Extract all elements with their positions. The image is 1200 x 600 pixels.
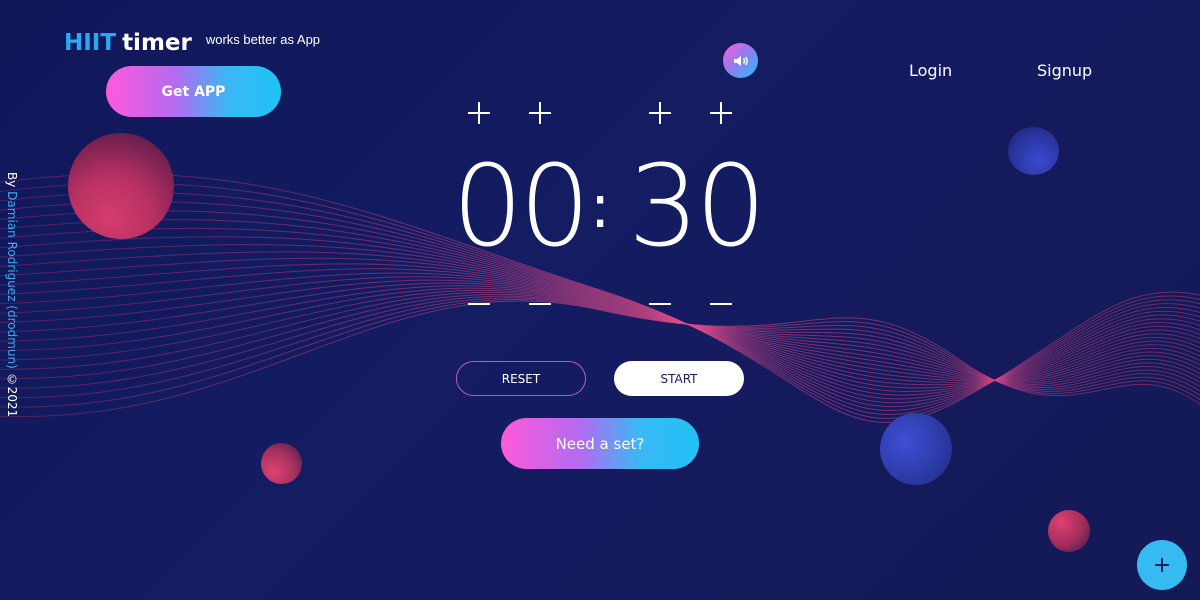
signup-link[interactable]: Signup bbox=[1037, 61, 1092, 80]
decorative-orb bbox=[1048, 510, 1090, 552]
timer-separator: : bbox=[590, 172, 611, 242]
credit-author-link[interactable]: Damian Rodriguez (drodmun) bbox=[5, 191, 19, 369]
seconds-ones-increment-button[interactable] bbox=[709, 101, 733, 125]
login-link[interactable]: Login bbox=[909, 61, 952, 80]
minutes-ones-increment-button[interactable] bbox=[528, 101, 552, 125]
sound-toggle-button[interactable] bbox=[723, 43, 758, 78]
minutes-tens-increment-button[interactable] bbox=[467, 101, 491, 125]
brand-name-timer: timer bbox=[122, 30, 192, 56]
need-a-set-button[interactable]: Need a set? bbox=[501, 418, 699, 469]
timer-seconds: 30 bbox=[628, 142, 767, 272]
brand-logo: HIIT timer works better as App bbox=[64, 30, 320, 56]
wave-line bbox=[0, 299, 1200, 408]
seconds-ones-decrement-button[interactable] bbox=[709, 292, 733, 316]
timer-minutes: 00 bbox=[452, 142, 591, 272]
speaker-icon bbox=[733, 55, 748, 66]
decorative-orb bbox=[68, 133, 174, 239]
credit-prefix: By bbox=[5, 172, 19, 188]
seconds-tens-increment-button[interactable] bbox=[648, 101, 672, 125]
start-button[interactable]: START bbox=[614, 361, 744, 396]
author-credit: By Damian Rodriguez (drodmun) ©2021 bbox=[3, 172, 19, 417]
add-button[interactable] bbox=[1137, 540, 1187, 590]
get-app-button[interactable]: Get APP bbox=[106, 66, 281, 117]
minutes-ones-decrement-button[interactable] bbox=[528, 292, 552, 316]
minutes-tens-decrement-button[interactable] bbox=[467, 292, 491, 316]
brand-tagline: works better as App bbox=[205, 32, 321, 47]
decorative-orb bbox=[261, 443, 302, 484]
reset-button[interactable]: RESET bbox=[456, 361, 586, 396]
decorative-orb bbox=[880, 413, 952, 485]
decorative-orb bbox=[1008, 127, 1059, 175]
seconds-tens-decrement-button[interactable] bbox=[648, 292, 672, 316]
wave-line bbox=[0, 300, 1200, 417]
wave-line bbox=[0, 297, 1200, 399]
credit-suffix: ©2021 bbox=[5, 372, 19, 418]
brand-name-hiit: HIIT bbox=[64, 30, 117, 56]
